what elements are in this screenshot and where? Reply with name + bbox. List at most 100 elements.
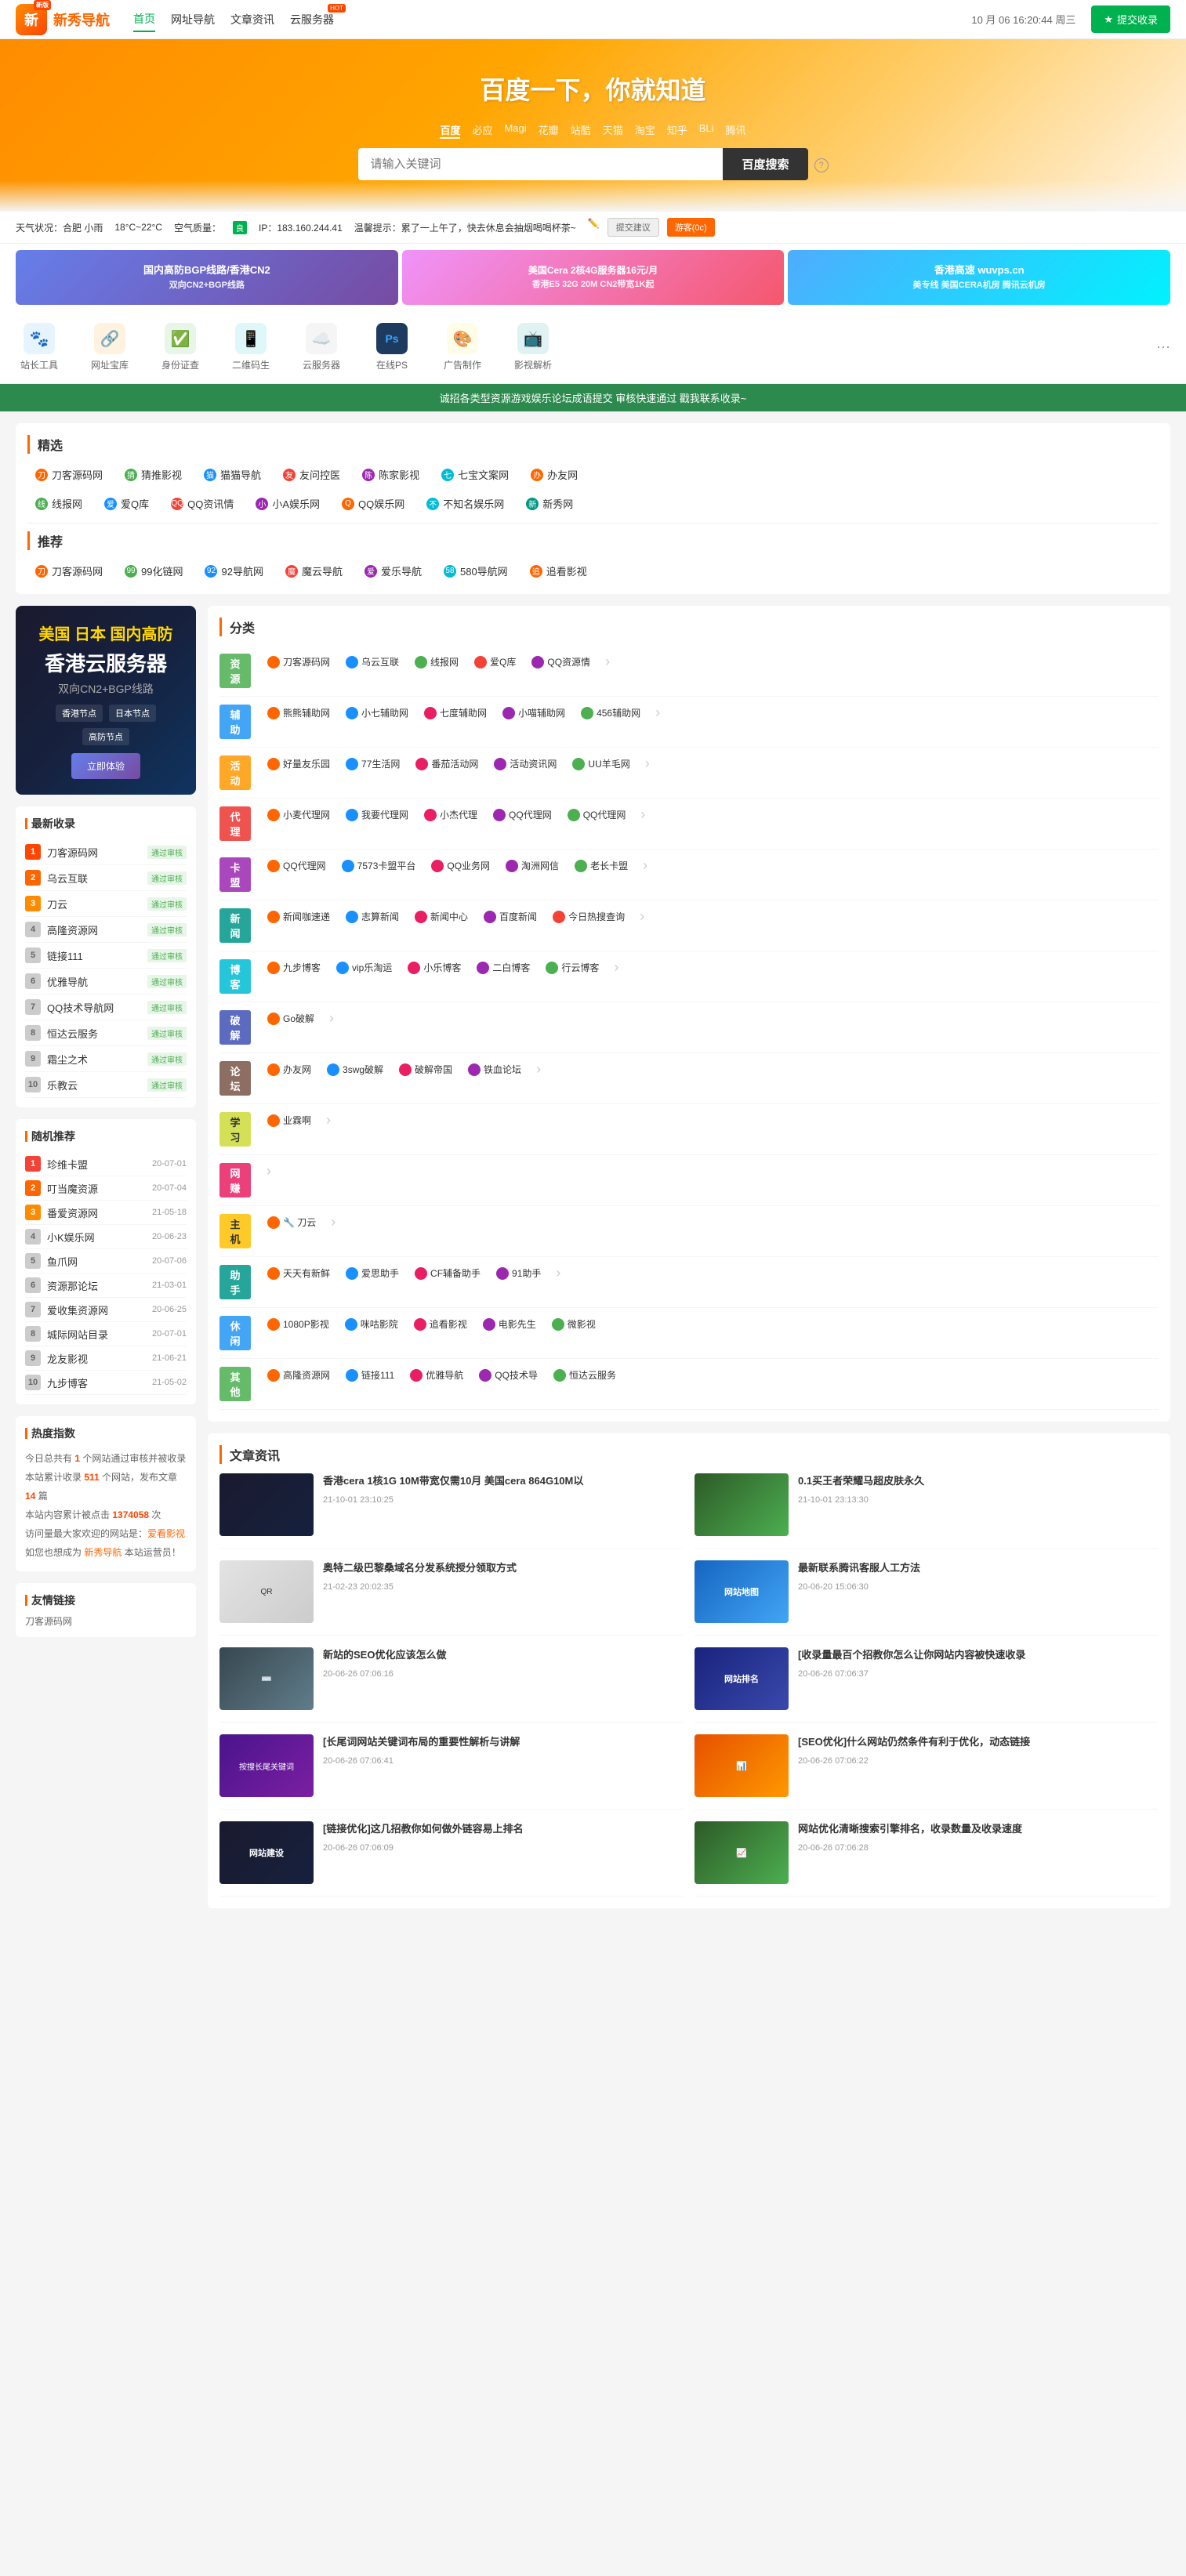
cat-item[interactable]: vip乐淘运	[332, 959, 397, 976]
site-item[interactable]: 爱爱Q库	[96, 492, 157, 515]
more-btn[interactable]: ›	[322, 1112, 335, 1129]
cat-item[interactable]: QQ代理网	[263, 857, 331, 874]
cat-item[interactable]: 恒达云服务	[549, 1367, 621, 1383]
site-item[interactable]: 猫猫猫导航	[196, 463, 269, 486]
cat-item[interactable]: Go破解	[263, 1010, 319, 1027]
site-item[interactable]: 七七宝文案网	[433, 463, 517, 486]
cat-item[interactable]: QQ技术导	[474, 1367, 542, 1383]
article-title-9[interactable]: [链接优化]这几招教你如何做外链容易上排名	[323, 1821, 683, 1837]
hero-tab-bli[interactable]: BLi	[699, 122, 714, 139]
hero-tab-magi[interactable]: Magi	[504, 122, 526, 139]
recent-badge[interactable]: 通过审核	[147, 923, 187, 937]
more-btn[interactable]: ›	[641, 755, 654, 772]
random-name[interactable]: 叮当魔资源	[47, 1181, 152, 1196]
site-item[interactable]: 猜猜推影视	[117, 463, 190, 486]
quick-icon-tool[interactable]: 🐾 站长工具	[16, 323, 63, 371]
cat-item[interactable]: CF辅备助手	[410, 1265, 485, 1281]
random-name[interactable]: 爱收集资源网	[47, 1302, 152, 1317]
site-item[interactable]: 爱爱乐导航	[357, 560, 430, 582]
cat-item[interactable]: 行云博客	[541, 959, 604, 976]
more-btn[interactable]: ›	[327, 1214, 339, 1230]
hero-tab-tianmao[interactable]: 天猫	[603, 122, 623, 139]
more-btn[interactable]: ›	[637, 806, 649, 823]
random-name[interactable]: 鱼爪网	[47, 1254, 152, 1269]
logo-icon[interactable]: 新 新版	[16, 4, 47, 35]
cat-item[interactable]: 活动资讯网	[489, 755, 561, 772]
ad-item-3[interactable]: 香港高速 wuvps.cn 美专线 美国CERA机房 腾讯云机房	[788, 250, 1170, 305]
quick-icon-qr[interactable]: 📱 二维码生	[227, 323, 274, 371]
recent-name[interactable]: 乌云互联	[47, 871, 147, 886]
recent-badge[interactable]: 通过审核	[147, 846, 187, 859]
random-name[interactable]: 珍维卡盟	[47, 1157, 152, 1172]
quick-icon-ad[interactable]: 🎨 广告制作	[439, 323, 486, 371]
site-item[interactable]: 刀刀客源码网	[27, 560, 111, 582]
friendly-link-1[interactable]: 刀客源码网	[25, 1616, 72, 1627]
hero-tab-huaban[interactable]: 花瓣	[539, 122, 559, 139]
cat-item[interactable]: 3swg破解	[322, 1061, 388, 1078]
site-item[interactable]: 办办友网	[523, 463, 586, 486]
nav-item-articles[interactable]: 文章资讯	[230, 8, 274, 31]
site-item[interactable]: 58580导航网	[436, 560, 516, 582]
recent-name[interactable]: QQ技术导航网	[47, 1000, 147, 1015]
site-item[interactable]: 友友问控医	[275, 463, 348, 486]
cat-item[interactable]: 微影视	[547, 1316, 600, 1332]
site-item[interactable]: QQQ娱乐网	[334, 492, 412, 515]
hero-tab-bing[interactable]: 必应	[472, 122, 492, 139]
recent-name[interactable]: 乐教云	[47, 1078, 147, 1092]
cat-item[interactable]: 爱Q库	[470, 654, 520, 670]
search-button[interactable]: 百度搜索	[723, 148, 807, 180]
recent-name[interactable]: 刀云	[47, 897, 147, 911]
article-title-7[interactable]: [长尾词网站关键词布局的重要性解析与讲解	[323, 1734, 683, 1750]
article-title-4[interactable]: 最新联系腾讯客服人工方法	[798, 1560, 1158, 1576]
site-item[interactable]: 魔魔云导航	[277, 560, 350, 582]
hero-tab-baidu[interactable]: 百度	[440, 122, 460, 139]
hero-tab-zhankoo[interactable]: 站酷	[571, 122, 591, 139]
recent-name[interactable]: 刀客源码网	[47, 845, 147, 860]
cat-item[interactable]: 7573卡盟平台	[337, 857, 421, 874]
cat-item[interactable]: 天天有新鲜	[263, 1265, 335, 1281]
article-title-2[interactable]: 0.1买王者荣耀马超皮肤永久	[798, 1473, 1158, 1489]
site-item[interactable]: 线线报网	[27, 492, 90, 515]
quick-icon-video[interactable]: 📺 影视解析	[510, 323, 557, 371]
side-ad-banner[interactable]: 美国 日本 国内高防 香港云服务器 双向CN2+BGP线路 香港节点 日本节点 …	[16, 606, 196, 795]
cat-item[interactable]: 电影先生	[478, 1316, 541, 1332]
more-btn[interactable]: ›	[532, 1061, 545, 1078]
cat-item[interactable]: 链接111	[341, 1367, 399, 1383]
more-icons-button[interactable]: ⋯	[1156, 339, 1170, 356]
quick-icon-cloud[interactable]: ☁️ 云服务器	[298, 323, 345, 371]
more-btn[interactable]: ›	[639, 857, 651, 874]
more-btn[interactable]: ›	[610, 959, 622, 976]
submit-button[interactable]: ★ 提交收录	[1091, 5, 1170, 33]
site-item[interactable]: 9292导航网	[197, 560, 270, 582]
cat-item[interactable]: 铁血论坛	[463, 1061, 526, 1078]
cat-item[interactable]: 刀客源码网	[263, 654, 335, 670]
hero-tab-zhihu[interactable]: 知乎	[667, 122, 687, 139]
site-item[interactable]: 刀刀客源码网	[27, 463, 111, 486]
cat-item[interactable]: 今日热搜查询	[548, 908, 629, 925]
recent-badge[interactable]: 通过审核	[147, 1027, 187, 1040]
cat-item[interactable]: 优雅导航	[405, 1367, 468, 1383]
site-item[interactable]: 9999化链网	[117, 560, 190, 582]
recent-badge[interactable]: 通过审核	[147, 1001, 187, 1014]
side-banner-btn[interactable]: 立即体验	[71, 753, 140, 779]
article-title-10[interactable]: 网站优化清晰搜索引擎排名，收录数量及收录速度	[798, 1821, 1158, 1837]
recent-badge[interactable]: 通过审核	[147, 1053, 187, 1066]
article-title-5[interactable]: 新站的SEO优化应该怎么做	[323, 1647, 683, 1663]
cat-item[interactable]: 九步博客	[263, 959, 325, 976]
random-name[interactable]: 九步博客	[47, 1375, 152, 1390]
article-title-8[interactable]: [SEO优化]什么网站仍然条件有利于优化，动态链接	[798, 1734, 1158, 1750]
nav-item-home[interactable]: 首页	[133, 7, 155, 32]
login-button[interactable]: 游客(0c)	[667, 218, 715, 237]
random-name[interactable]: 番爱资源网	[47, 1205, 152, 1220]
recent-badge[interactable]: 通过审核	[147, 949, 187, 962]
quick-icon-sites[interactable]: 🔗 网址宝库	[86, 323, 133, 371]
cat-item[interactable]: 小喵辅助网	[498, 705, 570, 721]
cat-item[interactable]: 91助手	[491, 1265, 546, 1281]
random-name[interactable]: 城际网站目录	[47, 1327, 152, 1342]
cat-item[interactable]: 🔧 刀云	[263, 1214, 321, 1230]
cat-item[interactable]: 熊熊辅助网	[263, 705, 335, 721]
top-site-link[interactable]: 爱看影视	[147, 1528, 185, 1539]
recent-badge[interactable]: 通过审核	[147, 871, 187, 885]
cat-item[interactable]: 淘洲网信	[501, 857, 564, 874]
more-btn[interactable]: ›	[552, 1265, 564, 1281]
